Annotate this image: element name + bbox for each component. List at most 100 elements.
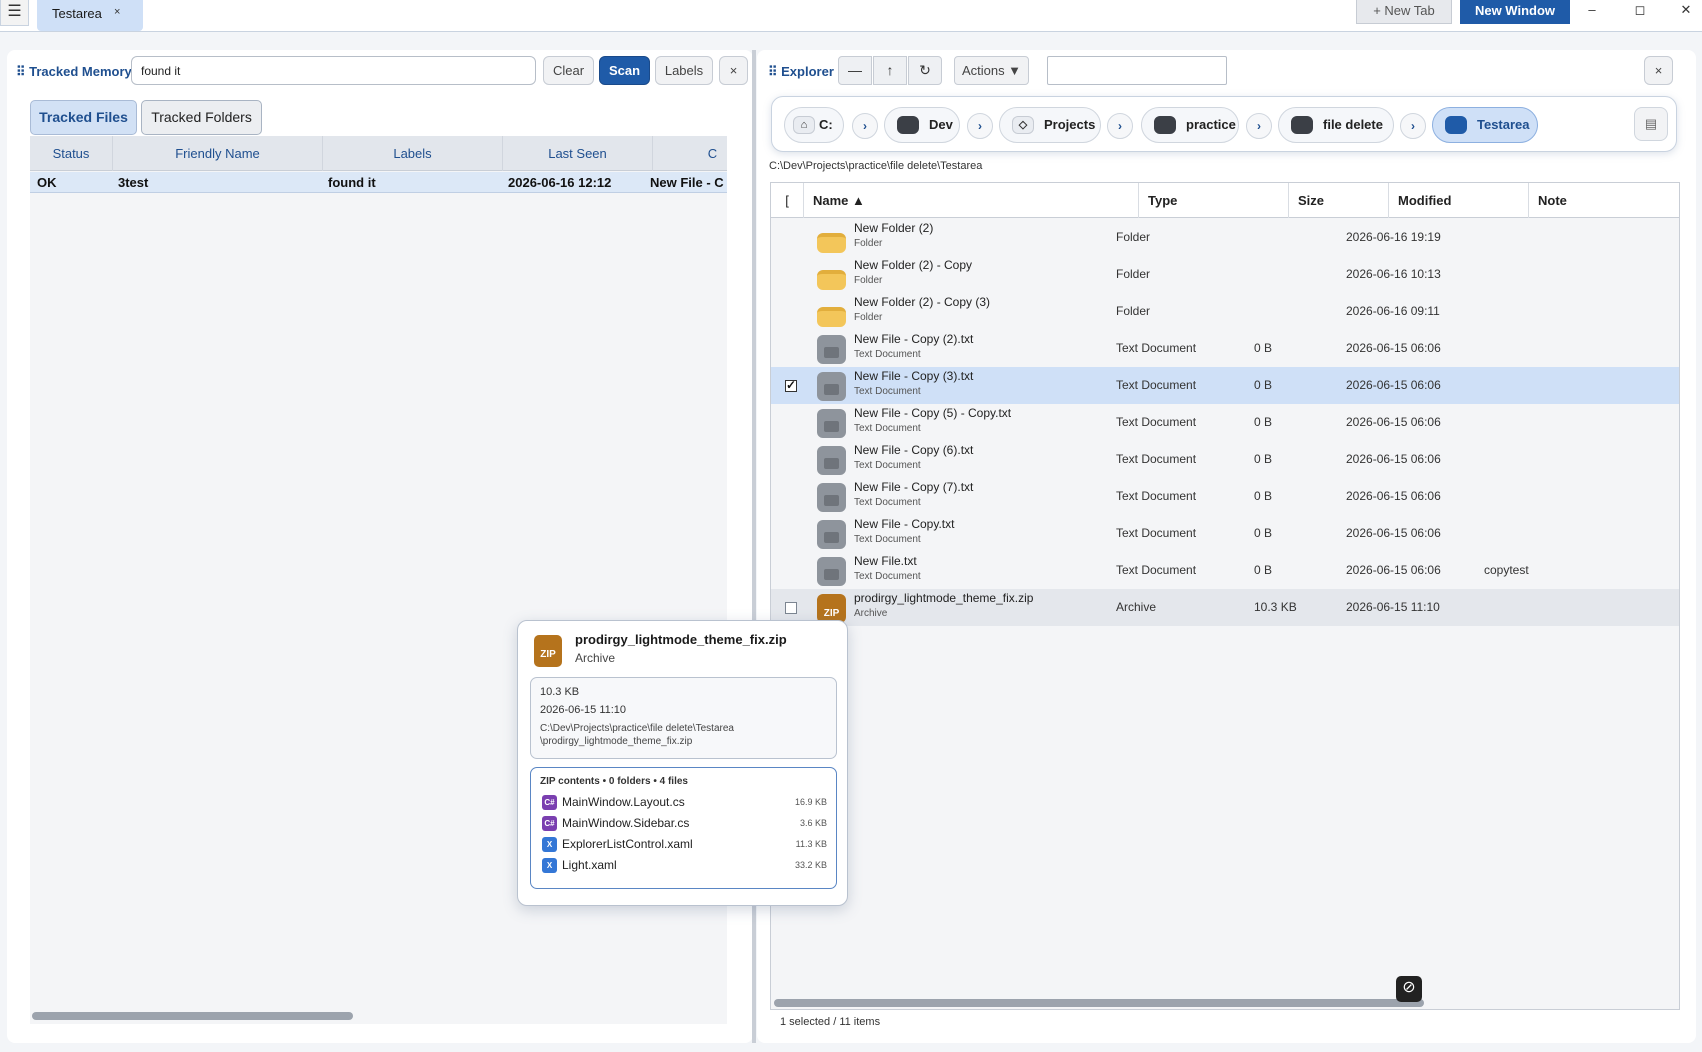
column-header-labels[interactable]: Labels: [323, 136, 503, 171]
breadcrumb-drive-label: C:: [819, 117, 833, 132]
column-header-friendly-name[interactable]: Friendly Name: [113, 136, 323, 171]
zip-entry-name: MainWindow.Sidebar.cs: [562, 816, 690, 830]
column-header-note[interactable]: Note: [1529, 183, 1679, 218]
close-explorer-button[interactable]: ×: [1644, 56, 1673, 85]
file-row[interactable]: New File - Copy (2).txt Text Document Text…: [771, 330, 1679, 367]
close-tracked-button[interactable]: ×: [719, 56, 748, 85]
column-header-modified[interactable]: Modified: [1389, 183, 1529, 218]
file-list: [ Name ▲ Type Size Modified Note New Fol…: [770, 182, 1680, 1030]
tab-testarea[interactable]: Testarea ×: [37, 0, 143, 31]
file-row[interactable]: New File - Copy.txt Text Document Text Doc…: [771, 515, 1679, 552]
text-file-icon: [817, 446, 846, 475]
breadcrumb-label: file delete: [1323, 117, 1383, 132]
csharp-file-icon: C#: [542, 816, 557, 831]
file-row[interactable]: ZIP prodirgy_lightmode_theme_fix.zip Archi…: [771, 589, 1679, 626]
column-header-type[interactable]: Type: [1139, 183, 1289, 218]
refresh-button[interactable]: ↻: [908, 56, 942, 85]
file-modified: 2026-06-15 06:06: [1346, 452, 1441, 466]
file-row[interactable]: New File - Copy (6).txt Text Document Text…: [771, 441, 1679, 478]
scan-button[interactable]: Scan: [599, 56, 650, 85]
status-bar: 1 selected / 11 items: [770, 1009, 1680, 1035]
table-row[interactable]: OK 3test found it 2026-06-16 12:12 New F…: [30, 172, 727, 193]
file-type: Text Document: [1116, 489, 1197, 503]
column-header-last-seen[interactable]: Last Seen: [503, 136, 653, 171]
zip-entry-size: 16.9 KB: [794, 797, 827, 807]
prohibited-icon[interactable]: ⊘: [1396, 976, 1422, 1002]
zip-entry-size: 11.3 KB: [795, 839, 827, 849]
breadcrumb-chevron-icon[interactable]: ›: [852, 113, 878, 139]
back-button[interactable]: —: [838, 56, 872, 85]
column-header-c[interactable]: C: [653, 136, 727, 171]
file-kind: Archive: [854, 608, 888, 619]
column-header-name[interactable]: Name ▲: [804, 183, 1139, 218]
csharp-file-icon: C#: [542, 795, 557, 810]
new-tab-button[interactable]: + New Tab: [1356, 0, 1452, 24]
file-type: Text Document: [1116, 415, 1197, 429]
file-modified: 2026-06-15 06:06: [1346, 563, 1441, 577]
file-row[interactable]: New File - Copy (5) - Copy.txt Text Docum…: [771, 404, 1679, 441]
file-row[interactable]: New Folder (2) - Copy Folder Folder 2026-06…: [771, 256, 1679, 293]
file-row[interactable]: New Folder (2) Folder Folder 2026-06-16 19:…: [771, 219, 1679, 256]
file-type: Folder: [1116, 230, 1151, 244]
tracked-horizontal-scrollbar[interactable]: [32, 1012, 353, 1020]
maximize-button[interactable]: ◻: [1618, 0, 1662, 22]
column-header-status[interactable]: Status: [30, 136, 113, 171]
zip-entry[interactable]: C# MainWindow.Sidebar.cs 3.6 KB: [540, 815, 827, 836]
file-row[interactable]: New Folder (2) - Copy (3) Folder Folder 202…: [771, 293, 1679, 330]
breadcrumb-label: Projects: [1044, 117, 1096, 132]
text-file-icon: [817, 483, 846, 512]
tab-tracked-files[interactable]: Tracked Files: [30, 100, 137, 135]
breadcrumb-chevron-icon[interactable]: ›: [967, 113, 993, 139]
minimize-button[interactable]: –: [1570, 0, 1614, 22]
file-kind: Text Document: [854, 423, 921, 434]
breadcrumb-practice[interactable]: practice: [1141, 107, 1239, 143]
menu-icon[interactable]: ☰: [0, 0, 29, 26]
file-row[interactable]: New File.txt Text Document Text Document 0 …: [771, 552, 1679, 589]
zip-entry[interactable]: X ExplorerListControl.xaml 11.3 KB: [540, 836, 827, 857]
close-window-button[interactable]: ✕: [1664, 0, 1702, 22]
column-header-size[interactable]: Size: [1289, 183, 1389, 218]
tracked-memory-title: ⠿ Tracked Memory: [16, 64, 132, 79]
breadcrumb-edit-icon[interactable]: ▤: [1634, 107, 1668, 141]
file-row[interactable]: New File - Copy (7).txt Text Document Text…: [771, 478, 1679, 515]
zip-entry[interactable]: X Light.xaml 33.2 KB: [540, 857, 827, 878]
breadcrumb-file-delete[interactable]: file delete: [1278, 107, 1394, 143]
zip-icon: ZIP: [817, 594, 846, 623]
breadcrumb-chevron-icon[interactable]: ›: [1400, 113, 1426, 139]
popup-file-kind: Archive: [575, 651, 616, 665]
projects-icon: ◇: [1012, 116, 1034, 134]
new-window-button[interactable]: New Window: [1460, 0, 1570, 24]
file-modified: 2026-06-15 06:06: [1346, 415, 1441, 429]
breadcrumb-chevron-icon[interactable]: ›: [1107, 113, 1133, 139]
file-size: 0 B: [1254, 378, 1273, 392]
breadcrumb-drive-c[interactable]: ⌂ C:: [784, 107, 844, 143]
file-type: Text Document: [1116, 378, 1197, 392]
zip-entry-size: 33.2 KB: [794, 860, 827, 870]
tracked-grid-header: Status Friendly Name Labels Last Seen C: [30, 136, 727, 171]
row-checkbox[interactable]: [785, 378, 797, 392]
file-list-horizontal-scrollbar[interactable]: [774, 999, 1424, 1007]
breadcrumb-projects[interactable]: ◇ Projects: [999, 107, 1101, 143]
file-name: New File - Copy.txt: [854, 517, 955, 531]
breadcrumb-testarea[interactable]: Testarea: [1432, 107, 1538, 143]
file-row[interactable]: New File - Copy (3).txt Text Document Text…: [771, 367, 1679, 404]
select-all-column[interactable]: [: [771, 183, 804, 218]
explorer-filter-input[interactable]: [1047, 56, 1227, 85]
tab-close-icon[interactable]: ×: [114, 6, 120, 18]
breadcrumb-chevron-icon[interactable]: ›: [1246, 113, 1272, 139]
clear-button[interactable]: Clear: [543, 56, 594, 85]
tab-tracked-folders[interactable]: Tracked Folders: [141, 100, 262, 135]
breadcrumb-label: Dev: [929, 117, 953, 132]
home-icon: ⌂: [793, 116, 815, 134]
tracked-search-input[interactable]: [131, 56, 536, 85]
zip-contents-header: ZIP contents • 0 folders • 4 files: [540, 776, 688, 787]
zip-entry-name: Light.xaml: [562, 858, 617, 872]
actions-dropdown[interactable]: Actions ▼: [954, 56, 1029, 85]
row-checkbox[interactable]: [785, 602, 797, 614]
text-file-icon: [817, 335, 846, 364]
labels-button[interactable]: Labels: [655, 56, 713, 85]
zip-entry[interactable]: C# MainWindow.Layout.cs 16.9 KB: [540, 794, 827, 815]
breadcrumb-dev[interactable]: Dev: [884, 107, 960, 143]
file-name: New File - Copy (5) - Copy.txt: [854, 406, 1012, 420]
up-button[interactable]: ↑: [873, 56, 907, 85]
